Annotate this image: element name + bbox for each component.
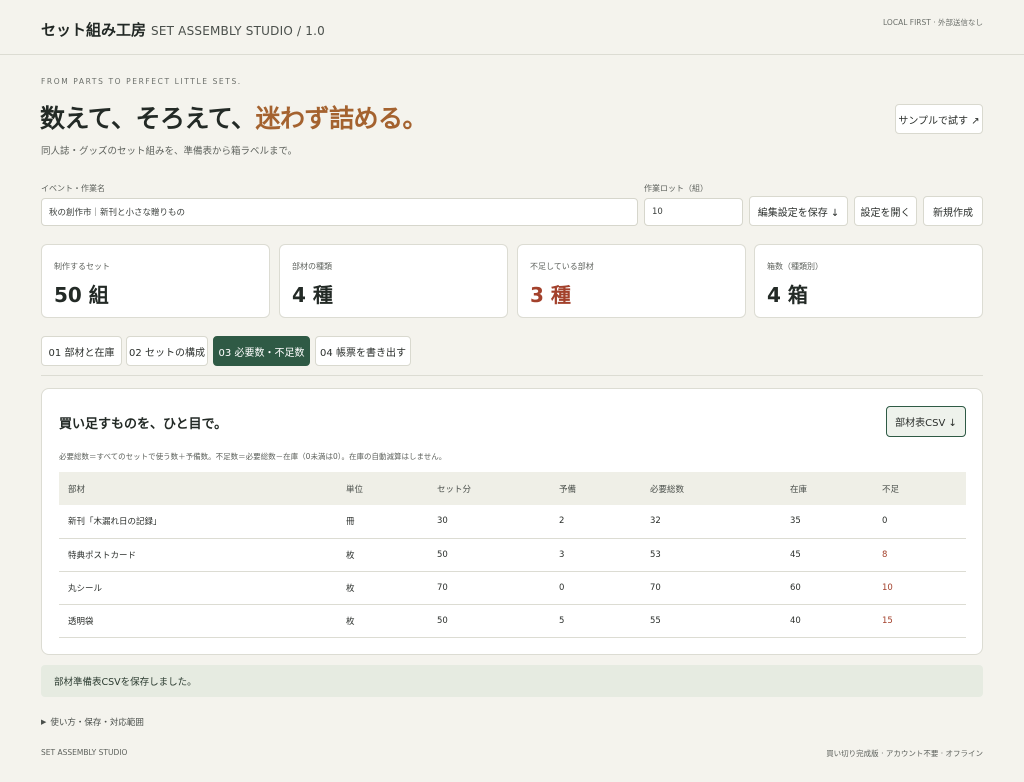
stat-label: 箱数（種類別） xyxy=(767,262,823,271)
open-settings-button[interactable]: 設定を開く xyxy=(854,196,917,226)
stat-value: 3 種 xyxy=(530,283,571,307)
stat-value: 4 種 xyxy=(292,283,333,307)
cell-stock: 45 xyxy=(781,538,873,572)
formula-note: 必要総数＝すべてのセットで使う数＋予備数。不足数＝必要総数－在庫（0未満は0）。… xyxy=(59,452,447,461)
cell-shortage: 15 xyxy=(873,604,966,638)
cell-shortage: 0 xyxy=(873,505,966,539)
column-header-shortage: 不足 xyxy=(873,472,966,505)
app-header: セット組み工房 SET ASSEMBLY STUDIO / 1.0 LOCAL … xyxy=(0,0,1024,55)
cell-part: 丸シール xyxy=(59,571,337,605)
stat-value: 4 箱 xyxy=(767,283,808,307)
stat-value: 50 組 xyxy=(54,283,109,307)
cell-unit: 枚 xyxy=(337,571,428,605)
hero-subline: 同人誌・グッズのセット組みを、準備表から箱ラベルまで。 xyxy=(41,146,298,157)
stat-card-boxes: 箱数（種類別） 4 箱 xyxy=(754,244,983,318)
cell-spare: 5 xyxy=(550,604,641,638)
table-row: 透明袋 枚 50 5 55 40 15 xyxy=(59,604,966,638)
cell-per-set: 70 xyxy=(428,571,550,605)
cell-per-set: 50 xyxy=(428,538,550,572)
stat-label: 不足している部材 xyxy=(530,262,594,271)
cell-unit: 冊 xyxy=(337,505,428,539)
tab-requirements-shortage[interactable]: 03 必要数・不足数 xyxy=(213,336,310,366)
tab-divider xyxy=(41,375,983,376)
help-details-label: 使い方・保存・対応範囲 xyxy=(50,718,144,728)
cell-shortage: 8 xyxy=(873,538,966,572)
disclosure-triangle-icon: ▶ xyxy=(41,718,47,726)
panel-title: 買い足すものを、ひと目で。 xyxy=(59,417,228,432)
event-name-label: イベント・作業名 xyxy=(41,184,105,193)
event-name-input[interactable]: 秋の創作市｜新刊と小さな贈りもの xyxy=(41,198,638,226)
headline-accent: 迷わず詰める。 xyxy=(255,104,428,133)
column-header-unit: 単位 xyxy=(337,472,428,505)
table-row: 新刊「木漏れ日の記録」 冊 30 2 32 35 0 xyxy=(59,505,966,539)
help-details-toggle[interactable]: ▶ 使い方・保存・対応範囲 xyxy=(41,716,144,728)
save-toast: 部材準備表CSVを保存しました。 xyxy=(41,665,983,697)
cell-part: 新刊「木漏れ日の記録」 xyxy=(59,505,337,539)
cell-spare: 0 xyxy=(550,571,641,605)
cell-total: 70 xyxy=(641,571,781,605)
stat-label: 制作するセット xyxy=(54,262,110,271)
new-job-button[interactable]: 新規作成 xyxy=(923,196,983,226)
tab-set-composition[interactable]: 02 セットの構成 xyxy=(126,336,208,366)
column-header-per-set: セット分 xyxy=(428,472,550,505)
cell-part: 透明袋 xyxy=(59,604,337,638)
cell-total: 55 xyxy=(641,604,781,638)
requirements-table: 部材 単位 セット分 予備 必要総数 在庫 不足 新刊「木漏れ日の記録」 冊 3… xyxy=(59,472,966,638)
cell-total: 32 xyxy=(641,505,781,539)
shortage-panel: 買い足すものを、ひと目で。 部材表CSV ↓ 必要総数＝すべてのセットで使う数＋… xyxy=(41,388,983,655)
lot-size-label: 作業ロット（組） xyxy=(644,184,708,193)
stat-card-shortages: 不足している部材 3 種 xyxy=(517,244,746,318)
cell-part: 特典ポストカード xyxy=(59,538,337,572)
brand: セット組み工房 SET ASSEMBLY STUDIO / 1.0 xyxy=(41,19,325,40)
lot-size-input[interactable]: 10 xyxy=(644,198,743,226)
cell-unit: 枚 xyxy=(337,604,428,638)
column-header-part: 部材 xyxy=(59,472,337,505)
cell-per-set: 50 xyxy=(428,604,550,638)
column-header-spare: 予備 xyxy=(550,472,641,505)
table-row: 特典ポストカード 枚 50 3 53 45 8 xyxy=(59,538,966,572)
brand-title: セット組み工房 xyxy=(41,21,147,39)
cell-per-set: 30 xyxy=(428,505,550,539)
cell-spare: 3 xyxy=(550,538,641,572)
save-settings-button[interactable]: 編集設定を保存 ↓ xyxy=(749,196,848,226)
cell-total: 53 xyxy=(641,538,781,572)
table-header-row: 部材 単位 セット分 予備 必要総数 在庫 不足 xyxy=(59,472,966,505)
tab-parts-inventory[interactable]: 01 部材と在庫 xyxy=(41,336,122,366)
tab-export-forms[interactable]: 04 帳票を書き出す xyxy=(315,336,411,366)
try-sample-button[interactable]: サンプルで試す ↗ xyxy=(895,104,983,134)
column-header-total: 必要総数 xyxy=(641,472,781,505)
stat-card-part-types: 部材の種類 4 種 xyxy=(279,244,508,318)
cell-stock: 35 xyxy=(781,505,873,539)
cell-unit: 枚 xyxy=(337,538,428,572)
stat-label: 部材の種類 xyxy=(292,262,332,271)
local-first-badge: LOCAL FIRST · 外部送信なし xyxy=(883,18,983,27)
table-row: 丸シール 枚 70 0 70 60 10 xyxy=(59,571,966,605)
hero-headline: 数えて、そろえて、迷わず詰める。 xyxy=(40,99,428,135)
cell-shortage: 10 xyxy=(873,571,966,605)
parts-csv-button[interactable]: 部材表CSV ↓ xyxy=(886,406,966,437)
footer-info: 買い切り完成版 · アカウント不要 · オフライン xyxy=(826,749,983,758)
column-header-stock: 在庫 xyxy=(781,472,873,505)
headline-main: 数えて、そろえて、 xyxy=(40,104,256,133)
cell-stock: 60 xyxy=(781,571,873,605)
cell-stock: 40 xyxy=(781,604,873,638)
footer-brand: SET ASSEMBLY STUDIO xyxy=(41,748,128,757)
cell-spare: 2 xyxy=(550,505,641,539)
hero-eyebrow: FROM PARTS TO PERFECT LITTLE SETS. xyxy=(41,77,242,86)
stat-card-sets: 制作するセット 50 組 xyxy=(41,244,270,318)
brand-subtitle: SET ASSEMBLY STUDIO / 1.0 xyxy=(151,24,325,38)
